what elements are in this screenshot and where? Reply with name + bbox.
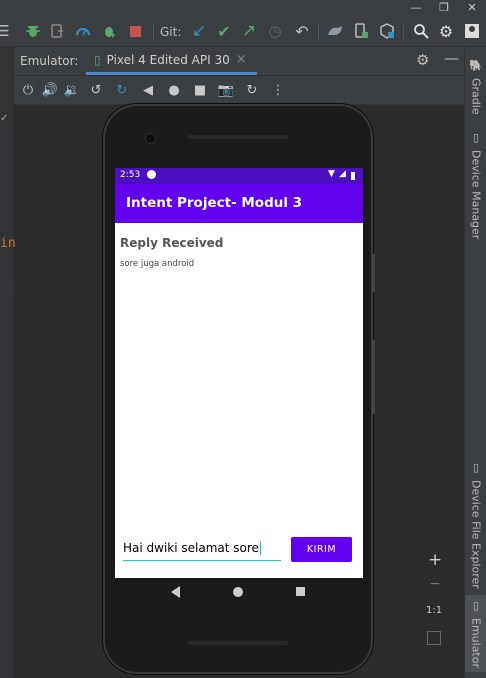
screenshot-icon[interactable]: 📷 — [216, 80, 236, 100]
apply-changes-icon[interactable] — [98, 20, 120, 42]
sidebar-label-device-manager: Device Manager — [469, 150, 483, 240]
right-tool-sidebar: 🐘 Gradle ▯ Device Manager ▯ Device File … — [464, 47, 486, 678]
menu-icon[interactable]: ☰ — [0, 20, 14, 42]
sidebar-item-device-file-explorer[interactable]: ▯ Device File Explorer — [465, 461, 486, 589]
nav-recents-icon[interactable] — [296, 587, 305, 596]
home-icon[interactable]: ● — [164, 80, 184, 100]
zoom-actual-size-button[interactable]: 1:1 — [426, 605, 442, 616]
gradle-icon: 🐘 — [469, 59, 483, 72]
reply-message: sore juga android — [120, 259, 195, 269]
phone-icon: ▯ — [94, 52, 101, 67]
hide-panel-icon[interactable]: — — [444, 49, 459, 67]
device-manager-icon[interactable] — [350, 20, 372, 42]
git-update-icon[interactable]: ↙ — [188, 20, 210, 42]
signal-icon: ◢ — [339, 169, 346, 179]
emulator-settings-icon[interactable]: ⚙ — [416, 51, 429, 69]
device-tab-label: Pixel 4 Edited API 30 — [106, 52, 230, 67]
front-camera — [145, 133, 156, 144]
sidebar-label-gradle: Gradle — [469, 78, 483, 115]
git-commit-icon[interactable]: ✔ — [213, 20, 235, 42]
power-icon[interactable]: ⏻ — [18, 80, 38, 100]
sidebar-item-emulator[interactable]: ▯ Emulator — [465, 595, 486, 672]
emulator-controls: ⏻ 🔊 🔉 ↺ ↻ ◀ ● ■ 📷 ↻ ⋮ — [0, 76, 464, 105]
reply-header: Reply Received — [120, 236, 224, 250]
device-screen[interactable]: 2:53 ▼ ◢ Intent Project- Modul 3 Reply R… — [115, 168, 363, 578]
window-controls: — ❐ ✕ — [402, 0, 486, 14]
minimize-icon[interactable]: — — [402, 0, 430, 14]
account-icon[interactable] — [461, 20, 483, 42]
selected-line — [0, 278, 13, 296]
search-icon[interactable] — [410, 20, 432, 42]
status-time: 2:53 — [120, 170, 141, 180]
message-input-value: Hai dwiki selamat sore — [123, 541, 259, 555]
settings-icon[interactable]: ⚙ — [435, 20, 457, 42]
sdk-manager-icon[interactable] — [376, 20, 398, 42]
android-nav-bar — [115, 578, 363, 608]
kirim-button[interactable]: KIRIM — [291, 537, 352, 562]
restore-icon[interactable]: ❐ — [430, 0, 458, 14]
toolbar-divider-2 — [318, 24, 319, 40]
emulator-icon: ▯ — [472, 599, 480, 612]
earpiece-speaker — [188, 135, 288, 139]
debug-icon[interactable] — [22, 20, 44, 42]
sidebar-item-device-manager[interactable]: ▯ Device Manager — [465, 131, 486, 239]
notification-icon — [147, 170, 156, 179]
git-history-icon[interactable]: ◷ — [264, 20, 286, 42]
zoom-out-button[interactable]: − — [429, 576, 441, 592]
tab-pixel4-device[interactable]: ▯ Pixel 4 Edited API 30 × — [86, 47, 257, 75]
file-explorer-icon: ▯ — [472, 461, 480, 474]
editor-code-fragment: in — [0, 236, 16, 251]
gradle-sync-icon[interactable] — [324, 20, 346, 42]
zoom-in-button[interactable]: + — [428, 550, 442, 570]
snapshot-icon[interactable]: ↻ — [242, 80, 262, 100]
check-icon: ✓ — [0, 113, 9, 124]
volume-up-icon[interactable]: 🔊 — [40, 80, 60, 100]
text-cursor — [259, 542, 261, 555]
toolbar-divider-3 — [403, 24, 404, 40]
left-editor-strip: ✓ in — [0, 47, 16, 678]
device-manager-tab-icon: ▯ — [472, 131, 480, 144]
git-label: Git: — [160, 25, 182, 39]
close-tab-icon[interactable]: × — [236, 52, 247, 67]
attach-debugger-icon[interactable] — [46, 20, 68, 42]
app-toolbar: Intent Project- Modul 3 — [115, 184, 363, 223]
back-icon[interactable]: ◀ — [138, 80, 158, 100]
toolbar-divider — [153, 24, 154, 40]
app-title: Intent Project- Modul 3 — [126, 195, 303, 211]
wifi-icon: ▼ — [328, 169, 335, 179]
message-input[interactable]: Hai dwiki selamat sore — [123, 541, 281, 561]
more-options-icon[interactable]: ⋮ — [268, 80, 288, 100]
rotate-left-icon[interactable]: ↺ — [86, 80, 106, 100]
close-window-icon[interactable]: ✕ — [458, 0, 486, 14]
rollback-icon[interactable]: ↶ — [291, 20, 313, 42]
zoom-controls: + − 1:1 — [422, 548, 448, 656]
git-push-icon[interactable]: ↗ — [238, 20, 260, 42]
sidebar-label-emulator: Emulator — [469, 618, 483, 668]
emulator-tab-bar: Emulator: ▯ Pixel 4 Edited API 30 × ⚙ — — [0, 47, 464, 76]
profile-icon[interactable] — [72, 20, 94, 42]
zoom-fit-icon[interactable] — [427, 631, 441, 645]
bottom-speaker — [188, 641, 288, 645]
battery-icon — [351, 172, 355, 180]
sidebar-item-gradle[interactable]: 🐘 Gradle — [465, 59, 486, 115]
main-toolbar: — ❐ ✕ ☰ Git: ↙ ✔ ↗ ◷ ↶ ⚙ — [0, 0, 486, 47]
emulator-label: Emulator: — [20, 54, 79, 68]
overview-icon[interactable]: ■ — [190, 80, 210, 100]
sidebar-label-device-file-explorer: Device File Explorer — [469, 480, 483, 589]
nav-home-icon[interactable] — [233, 587, 243, 597]
volume-keys[interactable] — [372, 340, 375, 414]
volume-down-icon[interactable]: 🔉 — [62, 80, 82, 100]
android-status-bar: 2:53 ▼ ◢ — [115, 168, 363, 184]
stop-icon[interactable] — [124, 20, 146, 42]
rotate-right-icon[interactable]: ↻ — [112, 80, 132, 100]
power-key[interactable] — [372, 254, 375, 292]
nav-back-icon[interactable] — [171, 586, 180, 598]
